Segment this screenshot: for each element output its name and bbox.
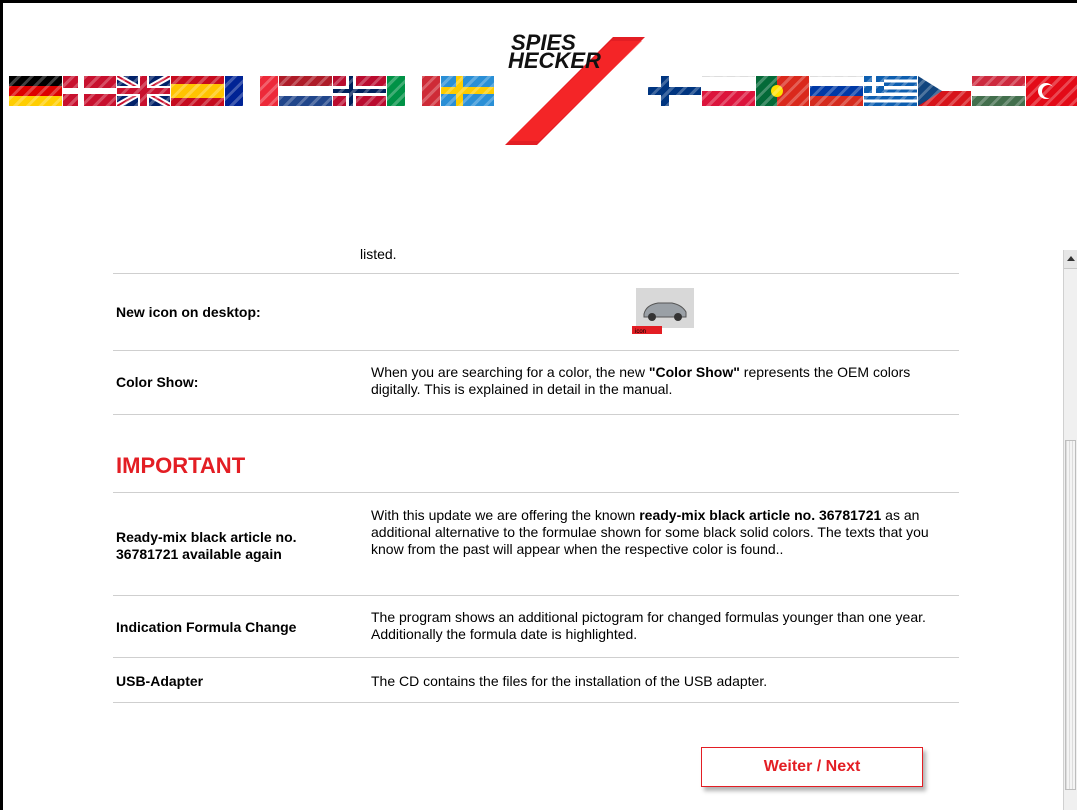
icon-caption: icon xyxy=(635,329,646,334)
row-label: USB-Adapter xyxy=(116,673,204,689)
norway-flag[interactable] xyxy=(333,76,386,106)
release-notes-content: listed. New icon on desktop: icon Color … xyxy=(113,240,959,703)
france-flag[interactable] xyxy=(225,76,278,106)
row-label: Indication Formula Change xyxy=(116,619,297,635)
row-new-icon: New icon on desktop: icon xyxy=(113,274,959,351)
header: SPIES HECKER xyxy=(3,3,1077,153)
finland-flag[interactable] xyxy=(648,76,701,106)
partial-row: listed. xyxy=(113,240,959,274)
poland-flag[interactable] xyxy=(702,76,755,106)
spies-hecker-logo[interactable]: SPIES HECKER xyxy=(503,31,648,149)
turkey-flag[interactable] xyxy=(1026,76,1077,106)
row-usb-adapter: USB-Adapter The CD contains the files fo… xyxy=(113,658,959,703)
netherlands-flag[interactable] xyxy=(279,76,332,106)
row-label: Color Show: xyxy=(116,374,199,390)
czech-flag[interactable] xyxy=(918,76,971,106)
row-description: When you are searching for a color, the … xyxy=(371,364,911,397)
hungary-flag[interactable] xyxy=(972,76,1025,106)
partial-text: listed. xyxy=(360,248,397,260)
greece-flag[interactable] xyxy=(864,76,917,106)
logo-text-hecker: HECKER xyxy=(508,48,601,73)
spain-flag[interactable] xyxy=(171,76,224,106)
row-description: The CD contains the files for the instal… xyxy=(371,673,768,689)
row-ready-mix: Ready-mix black article no. 36781721 ava… xyxy=(113,493,959,596)
next-button[interactable]: Weiter / Next xyxy=(701,747,923,787)
denmark-flag[interactable] xyxy=(63,76,116,106)
row-label: New icon on desktop: xyxy=(116,304,261,320)
russia-flag[interactable] xyxy=(810,76,863,106)
row-description: With this update we are offering the kno… xyxy=(371,507,929,557)
uk-flag[interactable] xyxy=(117,76,170,106)
important-section: IMPORTANT xyxy=(113,415,959,493)
sweden-flag[interactable] xyxy=(441,76,494,106)
row-description: The program shows an additional pictogra… xyxy=(371,609,926,642)
scroll-up-arrow-icon[interactable] xyxy=(1064,250,1077,269)
vertical-scrollbar[interactable] xyxy=(1063,250,1077,810)
row-label: Ready-mix black article no. 36781721 ava… xyxy=(116,529,297,562)
important-heading: IMPORTANT xyxy=(116,453,246,478)
row-formula-change: Indication Formula Change The program sh… xyxy=(113,596,959,658)
row-color-show: Color Show: When you are searching for a… xyxy=(113,351,959,415)
car-desktop-icon: icon xyxy=(632,288,694,335)
portugal-flag[interactable] xyxy=(756,76,809,106)
italy-flag[interactable] xyxy=(387,76,440,106)
germany-flag[interactable] xyxy=(9,76,62,106)
scrollbar-thumb[interactable] xyxy=(1065,440,1076,790)
